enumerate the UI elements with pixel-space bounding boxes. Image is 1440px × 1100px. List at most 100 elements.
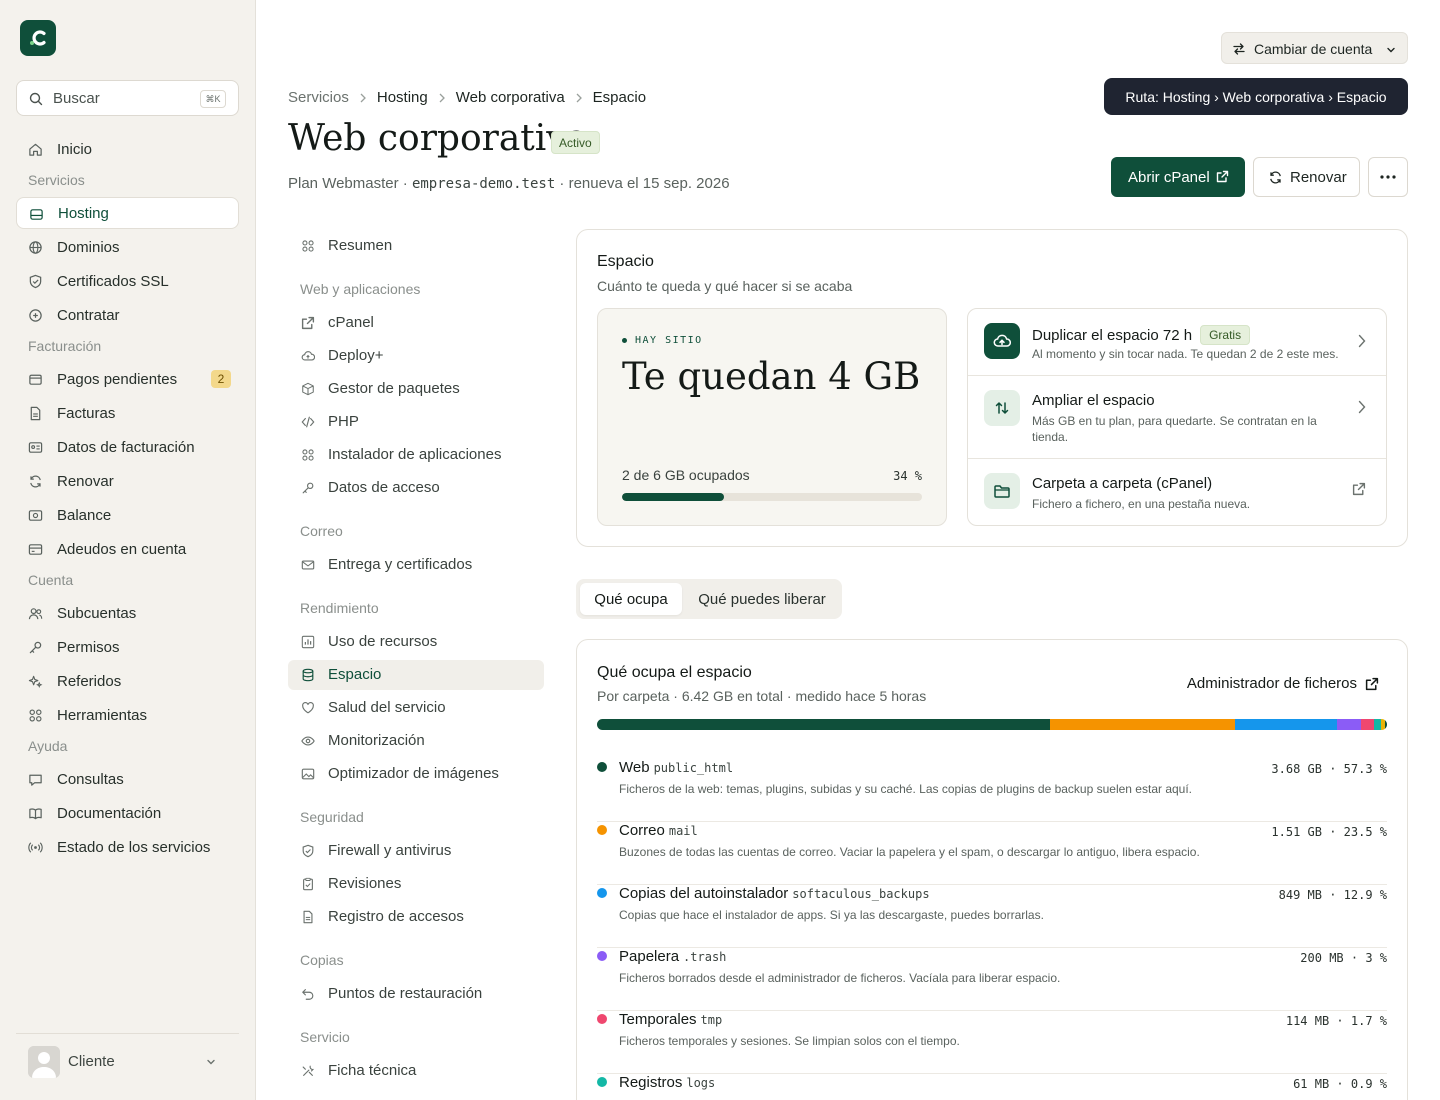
breadcrumb-tooltip: Ruta: Hosting › Web corporativa › Espaci… bbox=[1104, 78, 1408, 115]
usage-color-dot bbox=[597, 888, 607, 898]
action-duplicate-space[interactable]: Duplicar el espacio 72 h Gratis Al moment… bbox=[968, 309, 1386, 376]
usage-card: Qué ocupa el espacio Por carpeta · 6.42 … bbox=[576, 639, 1408, 1100]
space-card-subtitle: Cuánto te queda y qué hacer si se acaba bbox=[597, 278, 853, 294]
database-icon bbox=[302, 668, 314, 682]
sidebar-section-facturacion: Facturación bbox=[28, 338, 102, 354]
chevron-right-icon bbox=[1358, 400, 1366, 414]
subnav-item-espacio[interactable]: Espacio bbox=[288, 660, 544, 690]
usage-folder-description: Copias que hace el instalador de apps. S… bbox=[619, 908, 1044, 922]
usage-subtitle-measured: medido hace 5 horas bbox=[795, 688, 927, 704]
renew-button[interactable]: Renovar bbox=[1253, 157, 1360, 197]
switch-account-button[interactable]: Cambiar de cuenta bbox=[1221, 32, 1408, 64]
action-title: Ampliar el espacio bbox=[1032, 392, 1155, 409]
open-cpanel-label: Abrir cPanel bbox=[1128, 168, 1210, 186]
sidebar-item-dominios[interactable]: Dominios bbox=[16, 231, 239, 263]
subnav-item-ficha[interactable]: Ficha técnica bbox=[288, 1056, 544, 1086]
subnav-item-deploy[interactable]: Deploy+ bbox=[288, 341, 544, 371]
subnav-item-monitor[interactable]: Monitorización bbox=[288, 726, 544, 756]
breadcrumb-item-web-corporativa[interactable]: Web corporativa bbox=[456, 89, 565, 106]
credit-card-icon bbox=[28, 544, 43, 555]
file-manager-label: Administrador de ficheros bbox=[1186, 675, 1357, 692]
breadcrumb-item-servicios[interactable]: Servicios bbox=[288, 89, 349, 106]
sidebar-item-label: Dominios bbox=[57, 238, 120, 256]
tools-icon bbox=[302, 1065, 315, 1076]
subnav-item-registro[interactable]: Registro de accesos bbox=[288, 902, 544, 932]
sidebar-item-permisos[interactable]: Permisos bbox=[16, 631, 239, 663]
sidebar-section-servicios: Servicios bbox=[28, 172, 85, 188]
action-icon-box bbox=[984, 390, 1020, 426]
user-menu[interactable]: Cliente bbox=[16, 1033, 239, 1091]
usage-folder-description: Ficheros borrados desde el administrador… bbox=[619, 971, 1061, 985]
sidebar-item-facturas[interactable]: Facturas bbox=[16, 397, 239, 429]
subnav-item-paquetes[interactable]: Gestor de paquetes bbox=[288, 374, 544, 404]
subnav-item-acceso[interactable]: Datos de acceso bbox=[288, 473, 544, 503]
page-title: Web corporativa bbox=[288, 118, 589, 159]
free-badge: Gratis bbox=[1200, 325, 1251, 345]
pending-count-badge: 2 bbox=[211, 370, 231, 388]
sidebar-item-datos-facturacion[interactable]: Datos de facturación bbox=[16, 431, 239, 463]
app-logo[interactable] bbox=[20, 20, 56, 56]
subnav-item-resumen[interactable]: Resumen bbox=[288, 231, 544, 261]
subnav-item-instalador[interactable]: Instalador de aplicaciones bbox=[288, 440, 544, 470]
sidebar-item-inicio[interactable]: Inicio bbox=[16, 133, 239, 165]
subnav-item-label: Uso de recursos bbox=[328, 633, 438, 650]
tab-que-puedes-liberar[interactable]: Qué puedes liberar bbox=[686, 583, 838, 615]
subnav-item-label: Revisiones bbox=[328, 875, 402, 892]
subnav-item-salud[interactable]: Salud del servicio bbox=[288, 693, 544, 723]
sidebar-item-documentacion[interactable]: Documentación bbox=[16, 797, 239, 829]
action-folder-by-folder[interactable]: Carpeta a carpeta (cPanel) Fichero a fic… bbox=[968, 459, 1386, 525]
search-placeholder: Buscar bbox=[53, 90, 100, 107]
sidebar-item-label: Pagos pendientes bbox=[57, 370, 178, 388]
usage-segment bbox=[597, 719, 1050, 730]
usage-row: Papelera .trash Ficheros borrados desde el… bbox=[597, 948, 1387, 1011]
tab-que-ocupa[interactable]: Qué ocupa bbox=[580, 583, 682, 615]
subnav-item-label: Registro de accesos bbox=[328, 908, 464, 925]
action-expand-space[interactable]: Ampliar el espacio Más GB en tu plan, pa… bbox=[968, 376, 1386, 459]
clipboard-icon bbox=[303, 877, 313, 891]
open-cpanel-button[interactable]: Abrir cPanel bbox=[1111, 157, 1245, 197]
action-title: Duplicar el espacio 72 h Gratis bbox=[1032, 325, 1251, 345]
subnav-item-revisiones[interactable]: Revisiones bbox=[288, 869, 544, 899]
subnav-item-php[interactable]: PHP bbox=[288, 407, 544, 437]
usage-tabs: Qué ocupa Qué puedes liberar bbox=[576, 579, 842, 619]
subnav-item-recursos[interactable]: Uso de recursos bbox=[288, 627, 544, 657]
subnav-item-cpanel[interactable]: cPanel bbox=[288, 308, 544, 338]
wallet-icon bbox=[29, 374, 42, 385]
swap-icon bbox=[1233, 43, 1245, 55]
usage-folder-size: 1.51 GB · 23.5 % bbox=[1271, 825, 1387, 839]
sidebar-item-pagos-pendientes[interactable]: Pagos pendientes 2 bbox=[16, 363, 239, 395]
breadcrumb-item-hosting[interactable]: Hosting bbox=[377, 89, 428, 106]
users-icon bbox=[28, 608, 43, 620]
sidebar-item-adeudos[interactable]: Adeudos en cuenta bbox=[16, 533, 239, 565]
sidebar-item-subcuentas[interactable]: Subcuentas bbox=[16, 597, 239, 629]
sidebar-item-hosting[interactable]: Hosting bbox=[16, 197, 239, 229]
sidebar-item-estado-servicios[interactable]: Estado de los servicios bbox=[16, 831, 239, 863]
subnav-item-optimizador[interactable]: Optimizador de imágenes bbox=[288, 759, 544, 789]
action-description: Al momento y sin tocar nada. Te quedan 2… bbox=[1032, 347, 1339, 361]
subnav-item-label: PHP bbox=[328, 413, 359, 430]
file-manager-link[interactable]: Administrador de ficheros bbox=[1187, 675, 1379, 692]
book-icon bbox=[29, 808, 42, 820]
action-title-text: Duplicar el espacio 72 h bbox=[1032, 327, 1193, 344]
sidebar-item-ssl[interactable]: Certificados SSL bbox=[16, 265, 239, 297]
more-options-button[interactable] bbox=[1368, 157, 1408, 197]
action-title: Carpeta a carpeta (cPanel) bbox=[1032, 475, 1213, 492]
search-input[interactable]: Buscar ⌘K bbox=[16, 80, 239, 116]
sidebar-item-herramientas[interactable]: Herramientas bbox=[16, 699, 239, 731]
subnav-item-firewall[interactable]: Firewall y antivirus bbox=[288, 836, 544, 866]
quota-status: HAY SITIO bbox=[622, 335, 703, 346]
usage-folder-name: Web public_html bbox=[619, 759, 733, 776]
usage-folder-path: tmp bbox=[700, 1013, 723, 1027]
subnav-item-puntos[interactable]: Puntos de restauración bbox=[288, 979, 544, 1009]
subnav-item-entrega[interactable]: Entrega y certificados bbox=[288, 550, 544, 580]
action-description: Fichero a fichero, en una pestaña nueva. bbox=[1032, 497, 1251, 511]
sidebar-item-contratar[interactable]: Contratar bbox=[16, 299, 239, 331]
cloud-upload-icon bbox=[301, 351, 315, 361]
sidebar-section-ayuda: Ayuda bbox=[28, 738, 68, 754]
sidebar-item-referidos[interactable]: Referidos bbox=[16, 665, 239, 697]
quota-status-label: HAY SITIO bbox=[635, 335, 703, 346]
external-link-icon bbox=[1216, 170, 1229, 183]
sidebar-item-consultas[interactable]: Consultas bbox=[16, 763, 239, 795]
sidebar-item-balance[interactable]: Balance bbox=[16, 499, 239, 531]
sidebar-item-renovar[interactable]: Renovar bbox=[16, 465, 239, 497]
